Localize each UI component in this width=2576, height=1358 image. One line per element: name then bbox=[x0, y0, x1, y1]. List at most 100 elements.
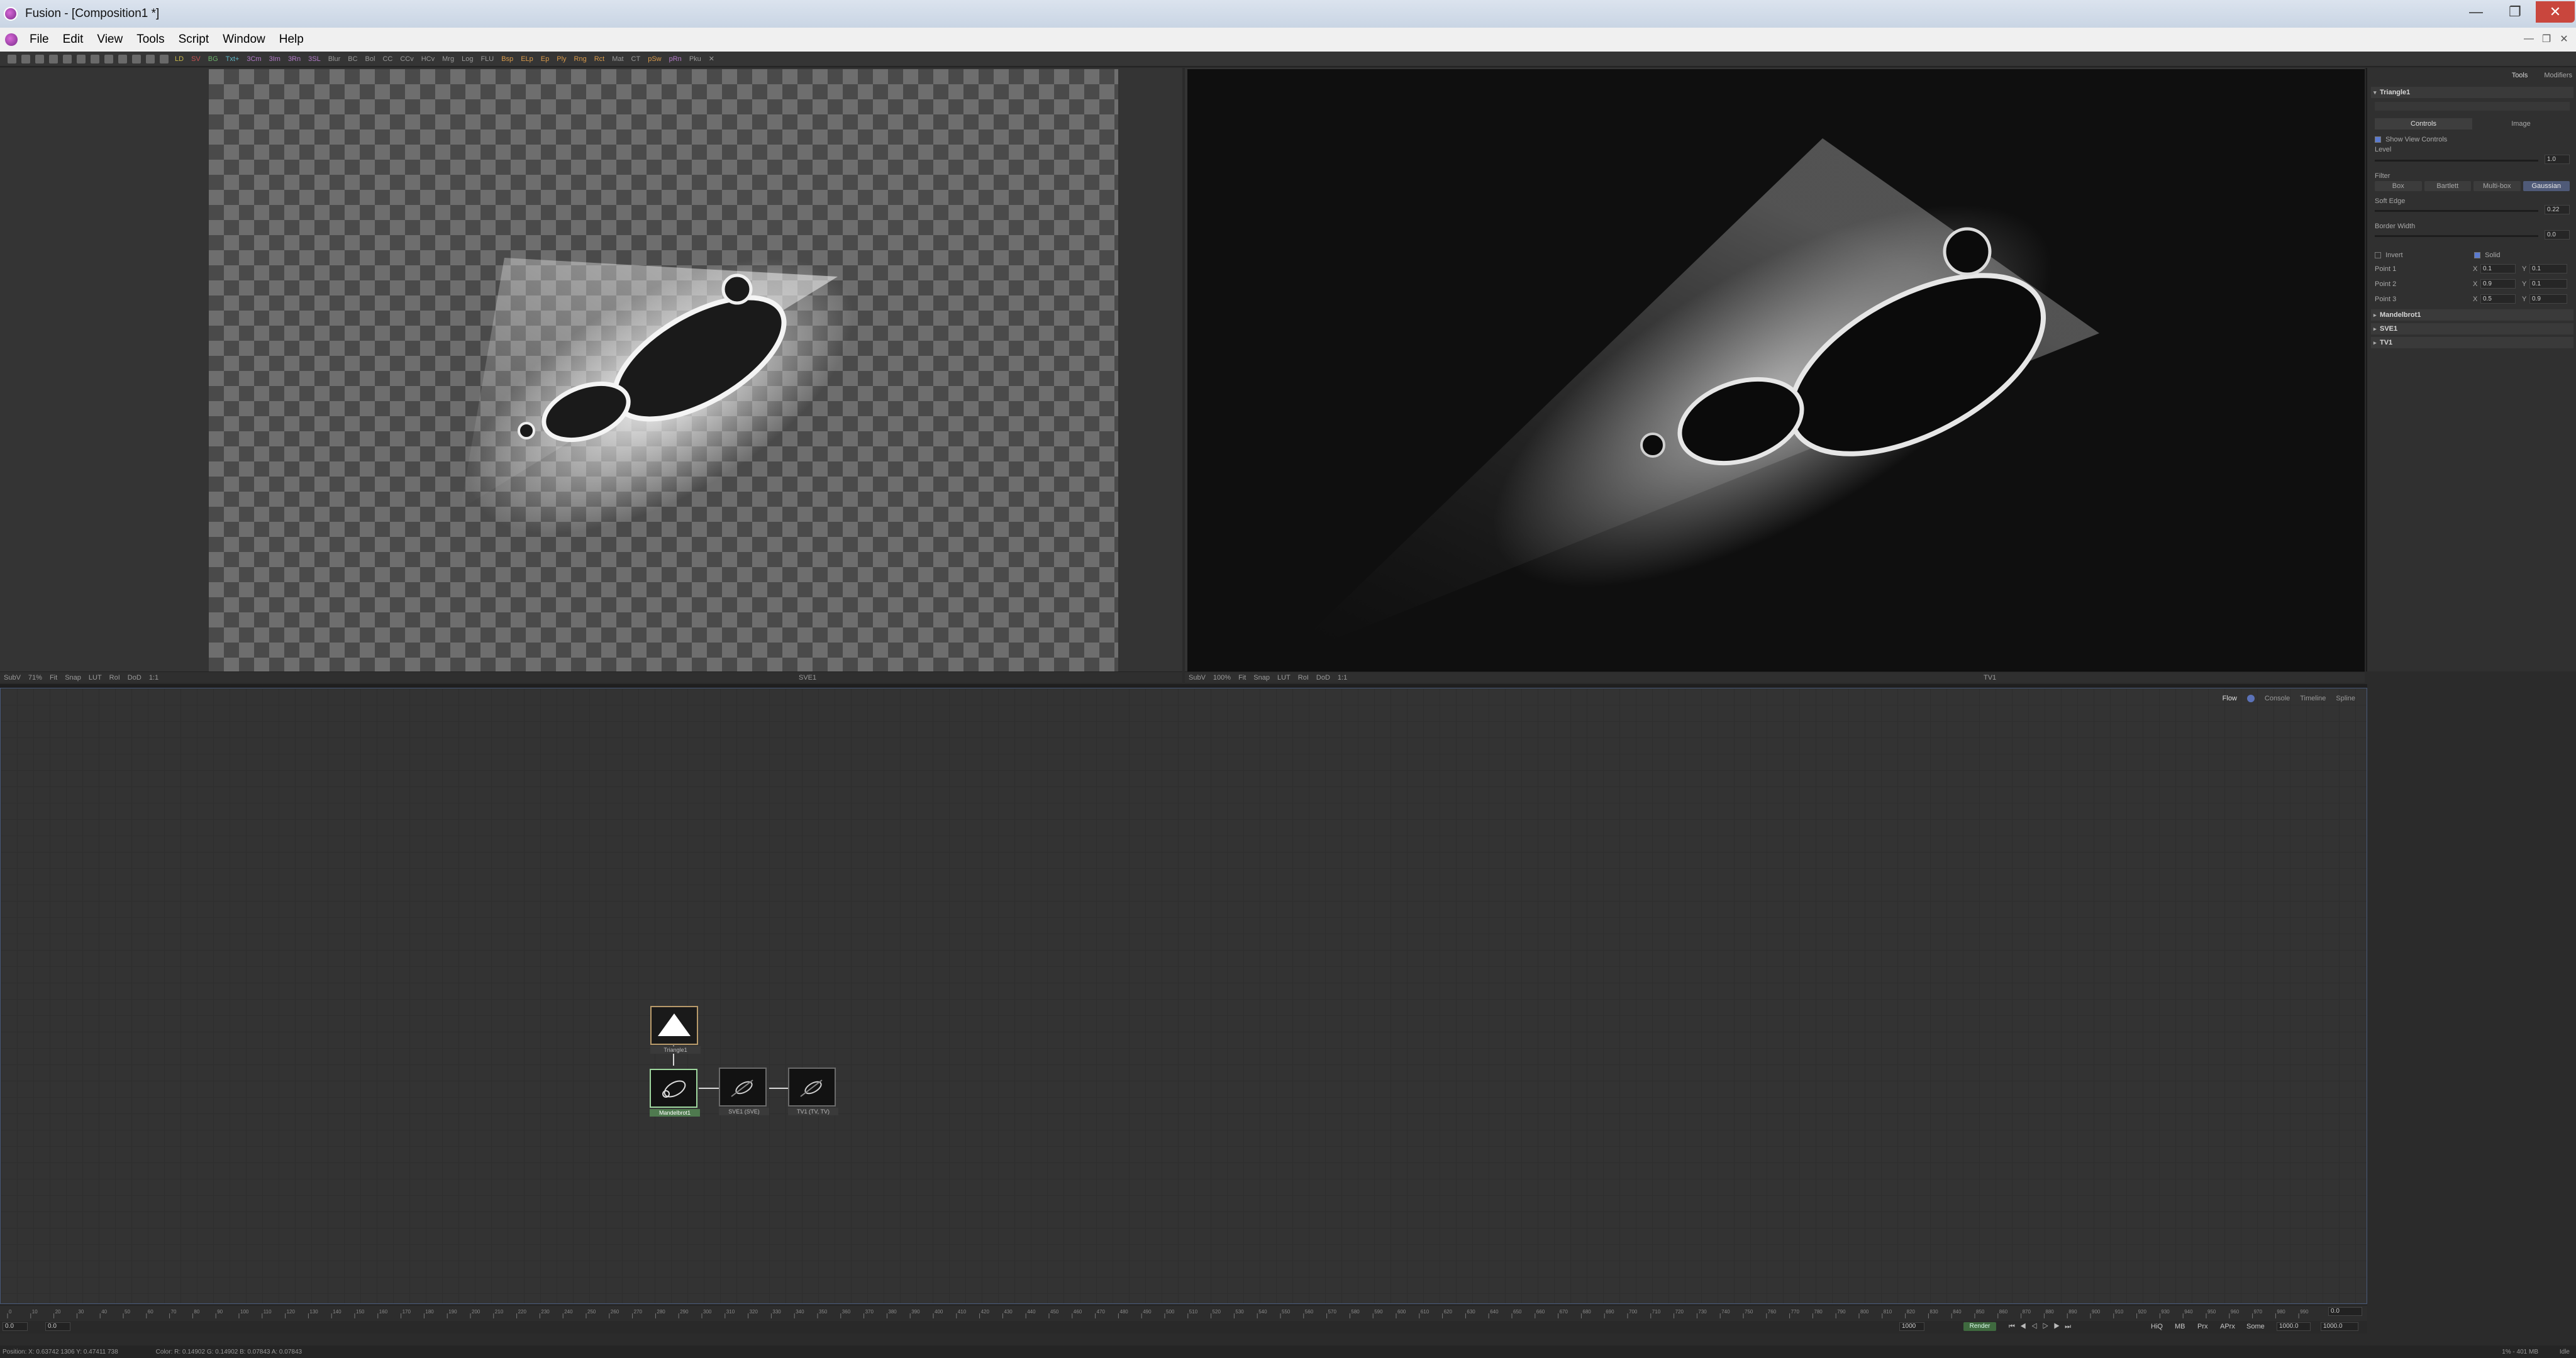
point-1-y-input[interactable]: 0.1 bbox=[2529, 264, 2567, 273]
maximize-button[interactable]: ❐ bbox=[2496, 1, 2534, 23]
tool-color-corrector-button[interactable]: CC bbox=[381, 55, 394, 63]
tool-ranges-button[interactable]: Rng bbox=[573, 55, 588, 63]
tool-text-button[interactable]: Txt+ bbox=[225, 55, 241, 63]
aprx-button[interactable]: APrx bbox=[2220, 1323, 2235, 1330]
tab-modifiers[interactable]: Modifiers bbox=[2544, 72, 2572, 79]
roi-button[interactable]: RoI bbox=[1298, 674, 1309, 682]
tool-psw-button[interactable]: pSw bbox=[647, 55, 662, 63]
render-end-input[interactable]: 1000 bbox=[1899, 1322, 1924, 1331]
point-3-x-input[interactable]: 0.5 bbox=[2480, 294, 2516, 304]
render-button[interactable]: Render bbox=[1963, 1322, 1996, 1331]
snap-button[interactable]: Snap bbox=[65, 674, 81, 682]
some-button[interactable]: Some bbox=[2246, 1323, 2265, 1330]
subview-button[interactable]: SubV bbox=[1189, 674, 1206, 682]
checkerboard-canvas[interactable] bbox=[209, 69, 1118, 671]
end-time-input[interactable]: 1000.0 bbox=[2321, 1322, 2358, 1331]
new-icon[interactable] bbox=[8, 54, 16, 63]
timeline-ruler[interactable]: 0 10 20 30 40 50 60 70 80 90 100 110 120 130 140 150 160… bbox=[5, 1308, 2319, 1318]
mb-button[interactable]: MB bbox=[2175, 1323, 2185, 1330]
border-width-slider[interactable] bbox=[2375, 235, 2538, 237]
prx-button[interactable]: Prx bbox=[2197, 1323, 2208, 1330]
zoom-value[interactable]: 100% bbox=[1213, 674, 1231, 682]
menu-window[interactable]: Window bbox=[216, 33, 272, 47]
tool-header-triangle[interactable]: ▾ Triangle1 bbox=[2371, 87, 2573, 98]
flow-editor[interactable]: Flow Console Timeline Spline Triangle1 M… bbox=[0, 688, 2367, 1304]
subtab-controls[interactable]: Controls bbox=[2375, 118, 2472, 130]
soft-edge-slider[interactable] bbox=[2375, 210, 2538, 212]
subtab-image[interactable]: Image bbox=[2472, 118, 2570, 130]
redo-icon[interactable] bbox=[91, 54, 99, 63]
lut-button[interactable]: LUT bbox=[1277, 674, 1291, 682]
paint-icon[interactable] bbox=[160, 54, 169, 63]
mdi-restore-button[interactable]: ❐ bbox=[2538, 31, 2555, 47]
solid-checkbox[interactable] bbox=[2474, 252, 2480, 259]
tool-polygon-button[interactable]: Ply bbox=[555, 55, 567, 63]
show-view-controls-checkbox[interactable] bbox=[2375, 136, 2381, 143]
viewer-left[interactable] bbox=[0, 68, 1182, 671]
menu-tools[interactable]: Tools bbox=[130, 33, 171, 47]
render-start-input[interactable]: 0.0 bbox=[45, 1322, 70, 1331]
filter-gaussian-button[interactable]: Gaussian bbox=[2523, 181, 2570, 191]
tool-saver-button[interactable]: SV bbox=[190, 55, 202, 63]
dod-button[interactable]: DoD bbox=[128, 674, 142, 682]
invert-row[interactable]: Invert bbox=[2375, 251, 2457, 259]
level-input[interactable]: 1.0 bbox=[2545, 155, 2570, 164]
menu-view[interactable]: View bbox=[90, 33, 130, 47]
level-slider[interactable] bbox=[2375, 160, 2538, 162]
point-3-y-input[interactable]: 0.9 bbox=[2529, 294, 2567, 304]
tool-ellipse-button[interactable]: ELp bbox=[519, 55, 535, 63]
open-icon[interactable] bbox=[21, 54, 30, 63]
tool-3d-spotlight-button[interactable]: 3SL bbox=[307, 55, 322, 63]
point-1-x-input[interactable]: 0.1 bbox=[2480, 264, 2516, 273]
one-to-one-button[interactable]: 1:1 bbox=[1338, 674, 1347, 682]
tool-control-strip[interactable] bbox=[2375, 102, 2570, 111]
zoom-value[interactable]: 71% bbox=[28, 674, 42, 682]
tool-3d-render-button[interactable]: 3Rn bbox=[287, 55, 302, 63]
undo-icon[interactable] bbox=[77, 54, 86, 63]
invert-checkbox[interactable] bbox=[2375, 252, 2381, 259]
global-start-input[interactable]: 0.0 bbox=[3, 1322, 28, 1331]
menu-help[interactable]: Help bbox=[272, 33, 311, 47]
tool-header-tv[interactable]: ▸ TV1 bbox=[2371, 337, 2573, 348]
solid-row[interactable]: Solid bbox=[2474, 251, 2562, 259]
tool-rectangle-button[interactable]: Rct bbox=[593, 55, 606, 63]
node-tv[interactable]: TV1 (TV, TV) bbox=[788, 1068, 838, 1115]
filter-bartlett-button[interactable]: Bartlett bbox=[2424, 181, 2471, 191]
current-time-input[interactable]: 0.0 bbox=[2328, 1307, 2362, 1316]
tool-background-button[interactable]: BG bbox=[207, 55, 219, 63]
paste-icon[interactable] bbox=[63, 54, 72, 63]
copy-icon[interactable] bbox=[49, 54, 58, 63]
tool-bspline-button[interactable]: Bsp bbox=[500, 55, 514, 63]
tool-blur-button[interactable]: Blur bbox=[327, 55, 342, 63]
tab-tools[interactable]: Tools bbox=[2512, 72, 2528, 79]
layout-3-icon[interactable] bbox=[132, 54, 141, 63]
fit-button[interactable]: Fit bbox=[1238, 674, 1246, 682]
filter-multibox-button[interactable]: Multi-box bbox=[2473, 181, 2521, 191]
toolbar-close-icon[interactable]: ✕ bbox=[708, 55, 716, 63]
show-view-controls-row[interactable]: Show View Controls bbox=[2375, 136, 2570, 143]
tool-hue-curves-button[interactable]: HCv bbox=[420, 55, 436, 63]
hiq-button[interactable]: HiQ bbox=[2151, 1323, 2163, 1330]
tool-loader-button[interactable]: LD bbox=[174, 55, 185, 63]
border-width-input[interactable]: 0.0 bbox=[2545, 230, 2570, 240]
viewer-right[interactable] bbox=[1185, 68, 2365, 671]
global-end-input[interactable]: 1000.0 bbox=[2277, 1322, 2311, 1331]
dod-button[interactable]: DoD bbox=[1316, 674, 1330, 682]
node-triangle-mask[interactable]: Triangle1 bbox=[650, 1006, 701, 1054]
menu-file[interactable]: File bbox=[23, 33, 56, 47]
document-icon[interactable] bbox=[5, 33, 18, 46]
tool-ct-button[interactable]: CT bbox=[630, 55, 642, 63]
render-canvas[interactable] bbox=[1187, 69, 2365, 671]
snap-button[interactable]: Snap bbox=[1253, 674, 1270, 682]
tool-header-mandelbrot[interactable]: ▸ Mandelbrot1 bbox=[2371, 309, 2573, 321]
node-sve[interactable]: SVE1 (SVE) bbox=[719, 1068, 769, 1115]
tool-log-button[interactable]: Log bbox=[460, 55, 474, 63]
point-2-x-input[interactable]: 0.9 bbox=[2480, 279, 2516, 289]
tool-matte-button[interactable]: Mat bbox=[611, 55, 625, 63]
mdi-minimize-button[interactable]: — bbox=[2521, 31, 2537, 47]
tool-flu-button[interactable]: FLU bbox=[479, 55, 495, 63]
node-mandelbrot[interactable]: Mandelbrot1 bbox=[650, 1069, 700, 1117]
fit-button[interactable]: Fit bbox=[50, 674, 57, 682]
save-icon[interactable] bbox=[35, 54, 44, 63]
layout-1-icon[interactable] bbox=[104, 54, 113, 63]
